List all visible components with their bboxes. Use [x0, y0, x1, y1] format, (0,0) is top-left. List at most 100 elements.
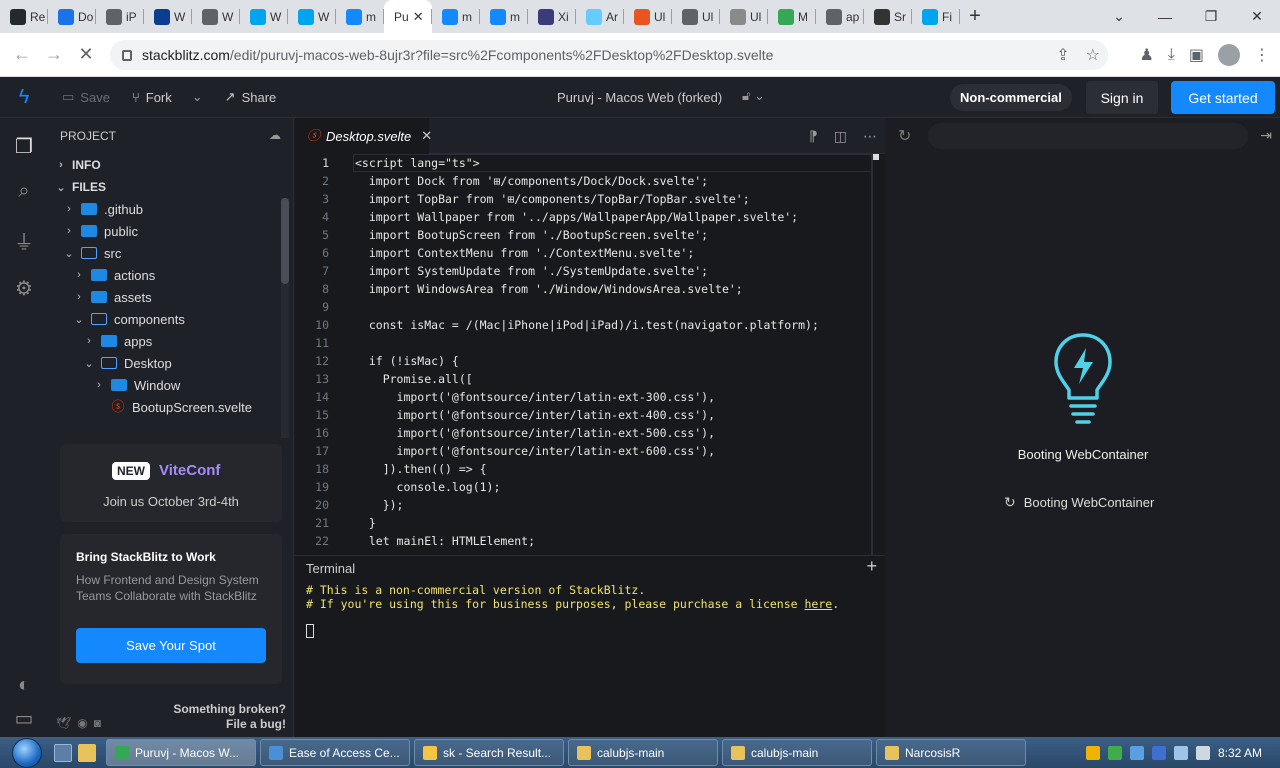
info-section[interactable]: › INFO: [48, 154, 293, 176]
browser-tab[interactable]: Ul: [720, 0, 768, 33]
app-tray-icon[interactable]: [1151, 745, 1166, 760]
stop-loading-icon[interactable]: ✕: [70, 44, 102, 65]
browser-tab[interactable]: Re: [0, 0, 48, 33]
browser-tab[interactable]: m: [432, 0, 480, 33]
tab-desktop-svelte[interactable]: ⓢ Desktop.svelte ✕: [295, 118, 432, 154]
bookmark-star-icon[interactable]: ☆: [1086, 45, 1100, 65]
preview-url-input[interactable]: [928, 123, 1248, 149]
code-line[interactable]: Promise.all([: [355, 372, 473, 386]
code-line[interactable]: <script lang="ts">: [355, 156, 480, 170]
taskbar-button[interactable]: NarcosisR: [876, 739, 1026, 766]
close-tab-icon[interactable]: ✕: [421, 128, 432, 144]
start-button[interactable]: [0, 737, 54, 768]
close-window-button[interactable]: ✕: [1234, 8, 1280, 25]
code-line[interactable]: import BootupScreen from './BootupScreen…: [355, 228, 708, 242]
restore-button[interactable]: ❐: [1188, 8, 1234, 25]
browser-tab[interactable]: Pu ✕: [384, 0, 432, 33]
code-line[interactable]: import WindowsArea from './Window/Window…: [355, 282, 743, 296]
files-section[interactable]: ⌄ FILES: [48, 176, 293, 198]
file-tree-item[interactable]: › Window: [48, 374, 293, 396]
file-tree-item[interactable]: › .github: [48, 198, 293, 220]
clock[interactable]: 8:32 AM: [1218, 746, 1262, 760]
non-commercial-badge[interactable]: Non-commercial: [950, 84, 1072, 111]
taskbar-button[interactable]: Ease of Access Ce...: [260, 739, 410, 766]
profile-avatar[interactable]: [1218, 44, 1240, 66]
viteconf-promo[interactable]: NEW ViteConf Join us October 3rd-4th: [60, 444, 282, 522]
code-line[interactable]: import('@fontsource/inter/latin-ext-300.…: [355, 390, 716, 404]
browser-tab[interactable]: W: [144, 0, 192, 33]
code-line[interactable]: ]).then(() => {: [355, 462, 487, 476]
browser-tab[interactable]: Fi: [912, 0, 960, 33]
back-button[interactable]: ←: [6, 44, 38, 65]
save-your-spot-button[interactable]: Save Your Spot: [76, 628, 266, 663]
fork-button[interactable]: ⑂ Fork ⌄: [132, 89, 203, 105]
file-tree-item[interactable]: › public: [48, 220, 293, 242]
lock-chevron-icon[interactable]: 🔓︎ ⌄: [742, 88, 765, 104]
cloud-sync-icon[interactable]: ☁: [269, 128, 281, 142]
format-icon[interactable]: ⁋: [809, 128, 818, 145]
get-started-button[interactable]: Get started: [1171, 81, 1275, 114]
taskbar-button[interactable]: calubjs-main: [722, 739, 872, 766]
file-tree-item[interactable]: › apps: [48, 330, 293, 352]
browser-tab[interactable]: Xi: [528, 0, 576, 33]
editor-scrollbar[interactable]: [871, 154, 873, 555]
gear-icon[interactable]: ⚙: [12, 276, 36, 300]
taskbar-button[interactable]: sk - Search Result...: [414, 739, 564, 766]
code-line[interactable]: if (!isMac) {: [355, 354, 459, 368]
chevron-down-icon[interactable]: ⌄: [192, 89, 203, 105]
code-line[interactable]: console.log(1);: [355, 480, 501, 494]
browser-tab[interactable]: Ul: [672, 0, 720, 33]
code-line[interactable]: let mainEl: HTMLElement;: [355, 534, 535, 548]
folder-icon[interactable]: [78, 743, 96, 762]
browser-tab[interactable]: Do: [48, 0, 96, 33]
file-bug-link[interactable]: Something broken? File a bug!: [173, 702, 286, 732]
browser-tab[interactable]: ap: [816, 0, 864, 33]
forward-button[interactable]: →: [38, 44, 70, 65]
shield-icon[interactable]: [1085, 745, 1100, 760]
new-terminal-icon[interactable]: +: [866, 556, 877, 577]
taskbar-button[interactable]: calubjs-main: [568, 739, 718, 766]
browser-tab[interactable]: Ul: [624, 0, 672, 33]
code-line[interactable]: import ContextMenu from './ContextMenu.s…: [355, 246, 694, 260]
search-icon[interactable]: ⌕: [12, 180, 36, 204]
url-omnibox[interactable]: stackblitz.com/edit/puruvj-macos-web-8uj…: [110, 40, 1108, 70]
browser-tab[interactable]: m: [336, 0, 384, 33]
menu-kebab-icon[interactable]: ⋮: [1254, 45, 1270, 65]
downloads-icon[interactable]: ⤓: [1168, 46, 1175, 64]
theme-toggle-icon[interactable]: ◐: [12, 674, 36, 698]
code-line[interactable]: import SystemUpdate from './SystemUpdate…: [355, 264, 708, 278]
share-page-icon[interactable]: ⇪: [1056, 45, 1069, 65]
code-line[interactable]: import Dock from '⊞/components/Dock/Dock…: [355, 174, 708, 188]
extension-icon[interactable]: ♟: [1139, 45, 1153, 65]
network-icon[interactable]: [1129, 745, 1144, 760]
project-title[interactable]: Puruvj - Macos Web (forked): [557, 90, 722, 105]
share-button[interactable]: ↗ Share: [225, 89, 277, 105]
file-tree-item[interactable]: ⌄ components: [48, 308, 293, 330]
side-panel-icon[interactable]: ▣: [1189, 45, 1204, 65]
code-area[interactable]: 1 <script lang="ts"> 2 import Dock from '⊞…: [295, 154, 885, 555]
display-icon[interactable]: [1173, 745, 1188, 760]
sign-in-button[interactable]: Sign in: [1086, 81, 1158, 114]
editor-scroll-thumb[interactable]: [873, 154, 879, 160]
volume-mute-icon[interactable]: [1195, 745, 1210, 760]
save-button[interactable]: ▭ Save: [62, 89, 110, 105]
code-line[interactable]: import('@fontsource/inter/latin-ext-500.…: [355, 426, 716, 440]
split-editor-icon[interactable]: ◫: [834, 128, 847, 145]
code-line[interactable]: import('@fontsource/inter/latin-ext-400.…: [355, 408, 716, 422]
close-tab-icon[interactable]: ✕: [413, 9, 424, 25]
terminal-panel[interactable]: Terminal + # This is a non-commercial ve…: [295, 555, 885, 737]
browser-tab[interactable]: W: [240, 0, 288, 33]
minimize-button[interactable]: —: [1142, 9, 1188, 25]
tab-search-icon[interactable]: ⌄: [1096, 8, 1142, 25]
browser-tab[interactable]: iP: [96, 0, 144, 33]
code-line[interactable]: }: [355, 516, 376, 530]
browser-tab[interactable]: Sr: [864, 0, 912, 33]
browser-tab[interactable]: Ar: [576, 0, 624, 33]
check-icon[interactable]: [1107, 745, 1122, 760]
license-link[interactable]: here: [805, 597, 833, 611]
file-tree-item[interactable]: ⌄ Desktop: [48, 352, 293, 374]
file-tree-scrollbar[interactable]: [281, 198, 289, 438]
url-text[interactable]: stackblitz.com/edit/puruvj-macos-web-8uj…: [142, 47, 773, 63]
browser-tab[interactable]: m: [480, 0, 528, 33]
taskbar-button[interactable]: Puruvj - Macos W...: [106, 739, 256, 766]
